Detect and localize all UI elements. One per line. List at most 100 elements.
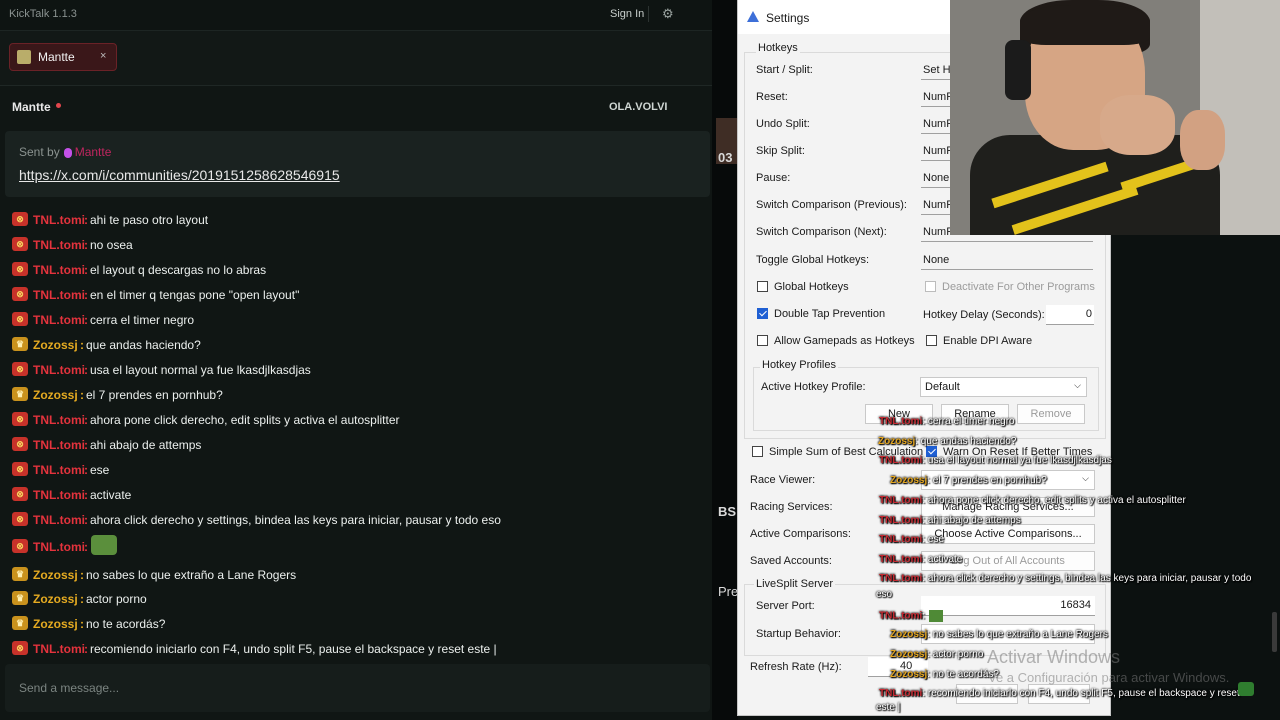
chat-username[interactable]: TNL.tomi: [33, 463, 85, 477]
chat-text: ahora click derecho y settings, bindea l…: [90, 513, 501, 527]
webcam-feed: [950, 0, 1280, 235]
overlay-chat-line: TNL.tomi:: [879, 610, 944, 622]
overlay-chat-line: Zozossj: no sabes lo que extraño a Lane …: [890, 629, 1108, 640]
overlay-text: : el 7 prendes en pornhub?: [927, 475, 1047, 486]
tray-icon: [1238, 682, 1254, 696]
global-hotkeys-checkbox[interactable]: [757, 281, 768, 292]
clan-badge-icon: ⊗: [12, 262, 28, 276]
overlay-chat-line: TNL.tomi: ese: [879, 534, 944, 545]
sign-in-button[interactable]: Sign In: [610, 8, 644, 20]
hotkey-label: Skip Split:: [756, 145, 805, 157]
hotkey-input[interactable]: None: [921, 251, 1093, 270]
frog-emote-icon: [929, 610, 944, 622]
live-indicator: [56, 103, 61, 108]
double-tap-checkbox[interactable]: [757, 308, 768, 319]
clan-badge-icon: ⊗: [12, 641, 28, 655]
scrollbar[interactable]: [1272, 612, 1277, 652]
overlay-chat-line: TNL.tomi: usa el layout normal ya fue lk…: [879, 455, 1112, 466]
chat-separator: :: [84, 513, 88, 527]
chat-username[interactable]: TNL.tomi: [33, 413, 85, 427]
overlay-chat-line: Zozossj: no te acordás?: [890, 669, 999, 680]
active-profile-value: Default: [925, 381, 960, 393]
simple-sum-checkbox[interactable]: [752, 446, 763, 457]
hotkey-label: Switch Comparison (Next):: [756, 226, 887, 238]
chat-username[interactable]: TNL.tomi: [33, 642, 85, 656]
kicktalk-window: KickTalk 1.1.3 Sign In ⚙ Mantte × Mantte…: [0, 0, 712, 720]
chat-username[interactable]: TNL.tomi: [33, 488, 85, 502]
chat-username[interactable]: Zozossj: [33, 592, 78, 606]
chat-username[interactable]: Zozossj: [33, 338, 78, 352]
chat-text: no te acordás?: [86, 617, 166, 631]
active-profile-select[interactable]: Default ⌵: [920, 377, 1087, 397]
overlay-text: : actor porno: [927, 649, 984, 660]
close-icon[interactable]: ×: [100, 50, 106, 62]
microphone-icon: [63, 147, 72, 158]
chat-separator: :: [84, 313, 88, 327]
webcam-hand: [1180, 110, 1225, 170]
chat-username[interactable]: TNL.tomi: [33, 263, 85, 277]
stream-text-2: BS: [718, 504, 737, 519]
chat-username[interactable]: Zozossj: [33, 568, 78, 582]
clan-badge-icon: ⊗: [12, 512, 28, 526]
deactivate-checkbox[interactable]: [925, 281, 936, 292]
windows-activation-subtitle: Ve a Configuración para activar Windows.: [988, 670, 1230, 685]
hotkeys-group-label: Hotkeys: [756, 42, 800, 54]
chat-text: el layout q descargas no lo abras: [90, 263, 267, 277]
overlay-username: Zozossj: [878, 436, 916, 447]
chat-text: que andas haciendo?: [86, 338, 201, 352]
chat-input[interactable]: Send a message...: [5, 664, 710, 712]
chat-text: activate: [90, 488, 132, 502]
chat-username[interactable]: TNL.tomi: [33, 238, 85, 252]
crown-badge-icon: ♛: [12, 387, 28, 401]
overlay-text: :: [922, 610, 926, 622]
chat-separator: :: [84, 488, 88, 502]
tab-mantte[interactable]: Mantte ×: [9, 43, 117, 71]
app-title: KickTalk 1.1.3: [9, 8, 77, 20]
overlay-username: TNL.tomi: [879, 534, 923, 545]
chat-username[interactable]: TNL.tomi: [33, 540, 85, 554]
allow-gamepads-checkbox[interactable]: [757, 335, 768, 346]
pinned-link[interactable]: https://x.com/i/communities/201915125862…: [19, 167, 340, 183]
overlay-username: TNL.tomi: [879, 688, 923, 699]
overlay-text: : cerra el timer negro: [922, 416, 1015, 427]
overlay-chat-line: Zozossj: que andas haciendo?: [878, 436, 1016, 447]
chat-input-placeholder: Send a message...: [19, 681, 120, 695]
chat-username[interactable]: TNL.tomi: [33, 313, 85, 327]
chat-username[interactable]: TNL.tomi: [33, 213, 85, 227]
chat-username[interactable]: Zozossj: [33, 617, 78, 631]
saved-accounts-label: Saved Accounts:: [750, 555, 832, 567]
hotkey-delay-input[interactable]: 0: [1046, 305, 1094, 325]
chat-text: no sabes lo que extraño a Lane Rogers: [86, 568, 297, 582]
chat-username[interactable]: Zozossj: [33, 388, 78, 402]
clan-badge-icon: ⊗: [12, 462, 28, 476]
active-profile-label: Active Hotkey Profile:: [761, 381, 866, 393]
chat-text: en el timer q tengas pone "open layout": [90, 288, 300, 302]
chat-separator: :: [80, 592, 84, 606]
overlay-text: : ahora pone click derecho, edit splits …: [922, 495, 1186, 506]
chat-separator: :: [84, 363, 88, 377]
double-tap-label: Double Tap Prevention: [774, 308, 886, 320]
titlebar-divider: [648, 6, 649, 22]
refresh-rate-label: Refresh Rate (Hz):: [750, 661, 842, 673]
hotkey-label: Start / Split:: [756, 64, 813, 76]
clan-badge-icon: ⊗: [12, 362, 28, 376]
overlay-text: : usa el layout normal ya fue lkasdjlkas…: [922, 455, 1112, 466]
chat-username[interactable]: TNL.tomi: [33, 438, 85, 452]
chat-separator: :: [84, 463, 88, 477]
enable-dpi-checkbox[interactable]: [926, 335, 937, 346]
overlay-username: Zozossj: [890, 629, 928, 640]
livesplit-server-label: LiveSplit Server: [754, 578, 836, 590]
chat-text: ese: [90, 463, 110, 477]
gear-icon[interactable]: ⚙: [662, 6, 674, 22]
hotkey-label: Pause:: [756, 172, 791, 184]
chat-username[interactable]: TNL.tomi: [33, 363, 85, 377]
overlay-text: eso: [876, 589, 893, 600]
chat-username[interactable]: TNL.tomi: [33, 513, 85, 527]
overlay-username: Zozossj: [890, 475, 928, 486]
overlay-chat-line: TNL.tomi: ahora pone click derecho, edit…: [879, 495, 1186, 506]
overlay-text: : no sabes lo que extraño a Lane Rogers: [927, 629, 1108, 640]
chat-username[interactable]: TNL.tomi: [33, 288, 85, 302]
global-hotkeys-label: Global Hotkeys: [774, 281, 849, 293]
racing-services-label: Racing Services:: [750, 501, 833, 513]
chevron-down-icon: ⌵: [1074, 380, 1081, 390]
